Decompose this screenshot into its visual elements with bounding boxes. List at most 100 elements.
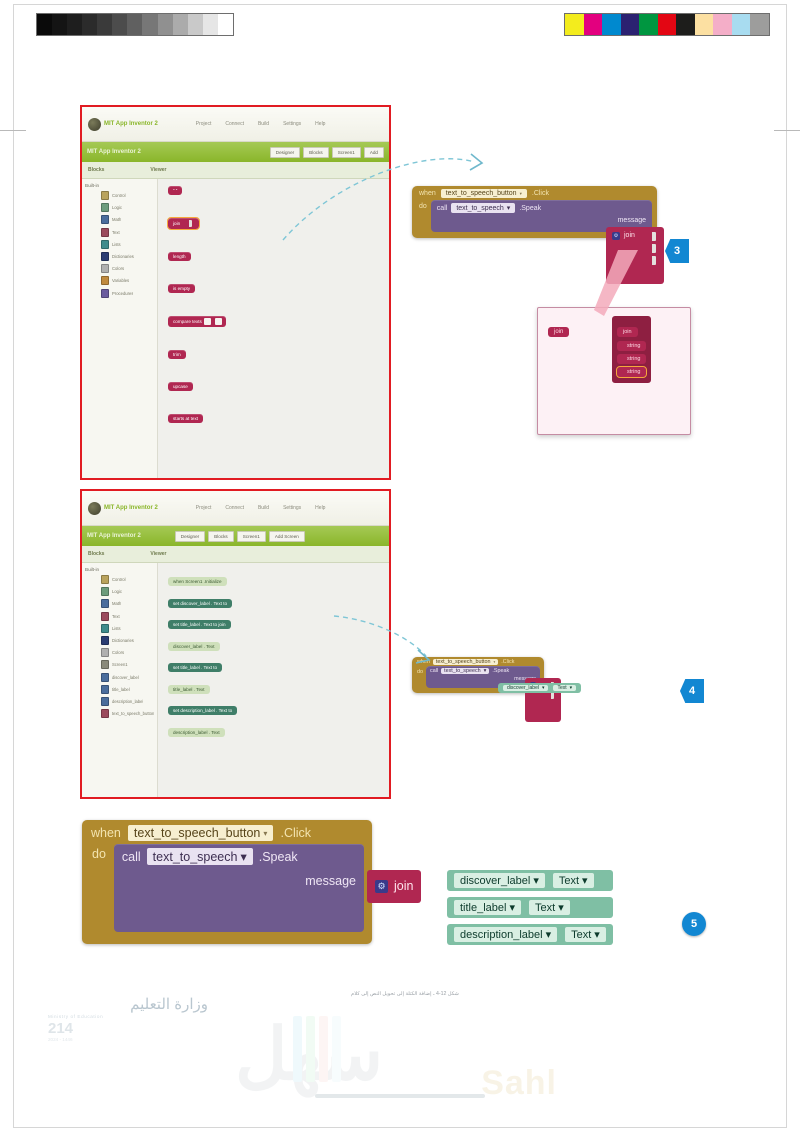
palette-item-logic[interactable]: Logic bbox=[101, 587, 154, 597]
gear-icon-5[interactable]: ⚙ bbox=[375, 880, 388, 893]
palette-item-text[interactable]: Text bbox=[101, 227, 154, 237]
palette-item-text-to-speech-button[interactable]: text_to_speech_button bbox=[101, 709, 154, 719]
palette-item-screen1[interactable]: Screen1 bbox=[101, 660, 154, 670]
call-block-5[interactable]: call text_to_speech ▾ .Speak message bbox=[113, 844, 364, 932]
palette-item-dictionaries[interactable]: Dictionaries bbox=[101, 251, 154, 261]
event-component-dropdown-3[interactable]: text_to_speech_button ▾ bbox=[440, 189, 527, 198]
call-component-dropdown-4[interactable]: text_to_speech ▾ bbox=[441, 668, 490, 674]
palette-item-description-label[interactable]: description_label bbox=[101, 696, 154, 706]
palette-item-lists[interactable]: Lists bbox=[101, 623, 154, 633]
getter-property-dropdown-0[interactable]: Text ▾ bbox=[552, 873, 594, 888]
designer-blocks-toggle-2[interactable]: Designer Blocks Screen1 Add Screen bbox=[174, 530, 305, 542]
chevron-down-icon-4a[interactable]: ▾ bbox=[493, 660, 495, 664]
getter-property-dropdown-2[interactable]: Text ▾ bbox=[565, 927, 606, 942]
component-block-4[interactable]: set title_label . Text to bbox=[168, 663, 223, 672]
menu-item-build[interactable]: Build bbox=[258, 121, 269, 127]
menu-item-help[interactable]: Help bbox=[315, 121, 325, 127]
text-block-join[interactable]: join bbox=[166, 217, 201, 230]
getter-component-dropdown-4[interactable]: discover_label ▾ bbox=[503, 685, 549, 691]
menu-item-settings[interactable]: Settings bbox=[283, 121, 301, 127]
text-block-upcase[interactable]: upcase bbox=[168, 382, 193, 391]
join-arguments-5[interactable]: discover_label ▾ Text ▾ title_label ▾ Text ▾ des… bbox=[447, 870, 613, 945]
chevron-down-icon-4d[interactable]: ▾ bbox=[570, 685, 573, 691]
component-getter-4[interactable]: discover_label ▾ Text ▾ bbox=[498, 683, 582, 693]
blocks-palette[interactable]: Built-in Control Logic Math Text Lists Dictio… bbox=[82, 179, 158, 478]
menu-item-build-2[interactable]: Build bbox=[258, 505, 269, 511]
menu-item-help-2[interactable]: Help bbox=[315, 505, 325, 511]
palette-item-colors[interactable]: Colors bbox=[101, 264, 154, 274]
screen-component-list[interactable]: Screen1 discover_label title_label descript… bbox=[95, 660, 154, 719]
palette-item-text[interactable]: Text bbox=[101, 611, 154, 621]
component-block-7[interactable]: description_label . Text bbox=[168, 727, 225, 737]
designer-blocks-toggle[interactable]: Designer Blocks Screen1 Add bbox=[269, 146, 384, 158]
add-screen-button[interactable]: Add bbox=[363, 146, 384, 158]
palette-item-math[interactable]: Math bbox=[101, 599, 154, 609]
mutator-item-string-2[interactable]: string bbox=[615, 366, 648, 378]
add-screen-button-2[interactable]: Add Screen bbox=[268, 530, 305, 542]
palette-item-dictionaries[interactable]: Dictionaries bbox=[101, 635, 154, 645]
text-block-is-empty[interactable]: is empty bbox=[168, 284, 196, 293]
text-block-trim[interactable]: trim bbox=[168, 350, 186, 359]
palette-list[interactable]: Control Logic Math Text Lists Dictionaries Col… bbox=[95, 191, 154, 298]
block-socket[interactable] bbox=[203, 318, 211, 325]
event-component-dropdown-4[interactable]: text_to_speech_button ▾ bbox=[432, 659, 499, 665]
getter-component-dropdown-1[interactable]: title_label ▾ bbox=[454, 900, 522, 915]
join-argument-2[interactable]: description_label ▾ Text ▾ bbox=[447, 924, 613, 945]
chevron-down-icon-4c[interactable]: ▾ bbox=[542, 685, 545, 691]
component-block-0[interactable]: when Screen1 .Initialize bbox=[168, 577, 227, 586]
component-block-5[interactable]: title_label . Text bbox=[168, 684, 210, 694]
menu-item-project[interactable]: Project bbox=[196, 121, 212, 127]
chevron-down-icon[interactable]: ▾ bbox=[582, 874, 588, 887]
palette-item-lists[interactable]: Lists bbox=[101, 239, 154, 249]
join-argument-0[interactable]: discover_label ▾ Text ▾ bbox=[447, 870, 613, 891]
text-blocks-drawer[interactable]: “ ” join length is empty compare texts trim up… bbox=[166, 186, 389, 446]
chevron-down-icon-3b[interactable]: ▾ bbox=[507, 204, 511, 212]
screen-selector-button[interactable]: Screen1 bbox=[331, 146, 361, 158]
palette-item-discover-label[interactable]: discover_label bbox=[101, 672, 154, 682]
getter-property-dropdown-1[interactable]: Text ▾ bbox=[529, 900, 570, 915]
menu-item-connect-2[interactable]: Connect bbox=[225, 505, 244, 511]
menu-item-project-2[interactable]: Project bbox=[196, 505, 212, 511]
blocks-button[interactable]: Blocks bbox=[303, 146, 329, 158]
component-blocks-drawer[interactable]: when Screen1 .Initialize set discover_lab… bbox=[168, 570, 389, 742]
chevron-down-icon[interactable]: ▾ bbox=[594, 928, 600, 941]
component-block-3[interactable]: discover_label . Text bbox=[168, 641, 220, 651]
join-socket[interactable] bbox=[182, 220, 193, 227]
palette-item-procedures[interactable]: Procedures bbox=[101, 288, 154, 298]
chevron-down-icon-4b[interactable]: ▾ bbox=[484, 668, 487, 674]
getter-property-dropdown-4[interactable]: Text ▾ bbox=[553, 685, 577, 691]
chevron-down-icon[interactable]: ▾ bbox=[546, 928, 552, 941]
app-inventor-menubar[interactable]: Project Connect Build Settings Help bbox=[196, 121, 326, 127]
palette-item-variables[interactable]: Variables bbox=[101, 276, 154, 286]
palette-item-logic[interactable]: Logic bbox=[101, 203, 154, 213]
when-block-5[interactable]: when text_to_speech_button ▾ .Click do c… bbox=[82, 820, 372, 944]
blocks-button-2[interactable]: Blocks bbox=[208, 530, 234, 542]
palette-item-title-label[interactable]: title_label bbox=[101, 684, 154, 694]
text-block-starts-at-text[interactable]: starts at text bbox=[168, 414, 204, 423]
app-inventor-menubar-2[interactable]: Project Connect Build Settings Help bbox=[196, 505, 326, 511]
chevron-down-icon[interactable]: ▾ bbox=[533, 874, 539, 887]
chevron-down-icon-3a[interactable]: ▾ bbox=[520, 191, 522, 197]
gear-icon-3[interactable]: ⚙ bbox=[612, 232, 620, 240]
palette-item-control[interactable]: Control bbox=[101, 575, 154, 584]
mutator-item-string-0[interactable]: string bbox=[617, 341, 647, 351]
component-block-1[interactable]: set discover_label . Text to bbox=[168, 598, 233, 608]
mutator-item-string-1[interactable]: string bbox=[617, 354, 647, 364]
event-component-dropdown-5[interactable]: text_to_speech_button ▾ bbox=[127, 825, 274, 841]
text-block-length[interactable]: length bbox=[168, 252, 191, 261]
component-block-6[interactable]: set description_label . Text to bbox=[168, 706, 238, 715]
chevron-down-icon[interactable]: ▾ bbox=[558, 901, 564, 914]
blocks-viewer-canvas[interactable]: “ ” join length is empty compare texts trim up… bbox=[158, 179, 389, 478]
palette-list-2[interactable]: Control Logic Math Text Lists Dictionaries Col… bbox=[95, 575, 154, 658]
chevron-down-icon[interactable]: ▾ bbox=[509, 901, 515, 914]
join-block-5[interactable]: ⚙ join bbox=[367, 870, 422, 903]
mutator-items[interactable]: string string string bbox=[615, 341, 648, 378]
palette-item-math[interactable]: Math bbox=[101, 215, 154, 225]
palette-item-control[interactable]: Control bbox=[101, 191, 154, 200]
blocks-palette-2[interactable]: Built-in Control Logic Math Text Lists Dictio… bbox=[82, 563, 158, 797]
call-component-dropdown-3[interactable]: text_to_speech ▾ bbox=[451, 203, 516, 213]
chevron-down-icon-5a[interactable]: ▾ bbox=[263, 828, 267, 838]
designer-button-2[interactable]: Designer bbox=[174, 530, 206, 542]
menu-item-connect[interactable]: Connect bbox=[225, 121, 244, 127]
mutator-join-chip[interactable]: join bbox=[548, 320, 570, 338]
